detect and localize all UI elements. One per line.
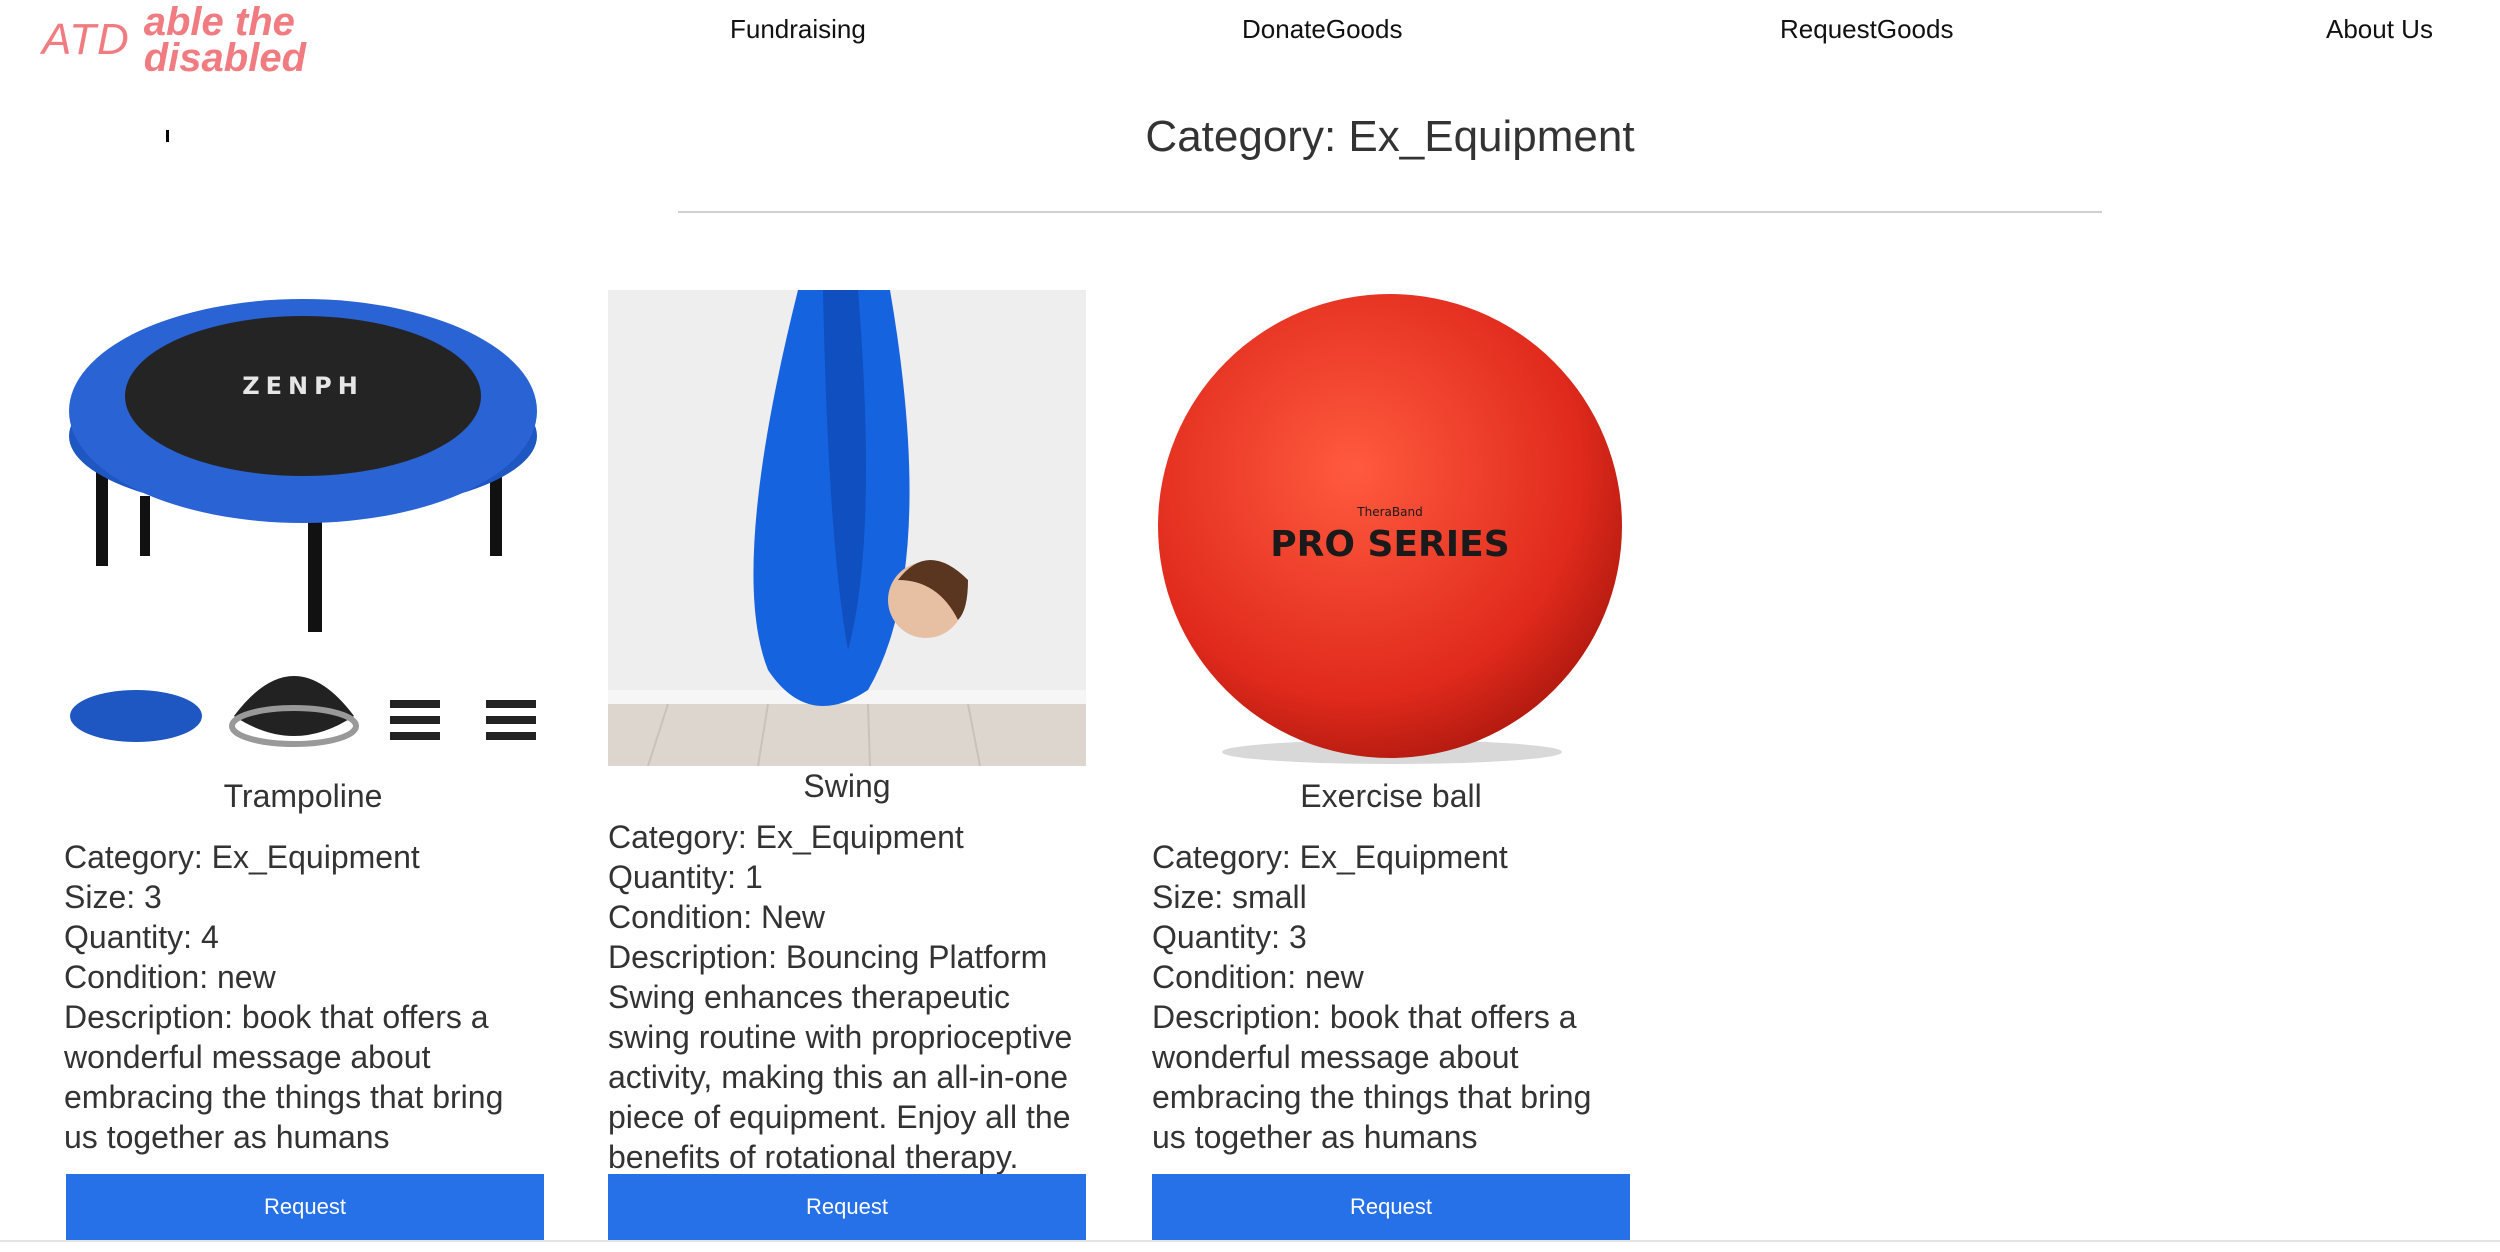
detail-size: Size: 3 (64, 879, 162, 915)
request-button-exercise-ball[interactable]: Request (1152, 1174, 1630, 1240)
swing-image (608, 290, 1086, 766)
card-exercise-ball: Exercise ball Category: Ex_Equipment Siz… (1152, 778, 1630, 1157)
nav-request-goods[interactable]: RequestGoods (1780, 14, 1953, 45)
card-trampoline: Trampoline Category: Ex_Equipment Size: … (64, 778, 542, 1157)
detail-condition: Condition: new (64, 959, 276, 995)
detail-category: Category: Ex_Equipment (64, 839, 420, 875)
title-divider (678, 211, 2102, 213)
request-button-swing[interactable]: Request (608, 1174, 1086, 1240)
logo-line2: disabled (143, 36, 306, 80)
bottom-divider (0, 1240, 2500, 1242)
request-button-trampoline[interactable]: Request (66, 1174, 544, 1240)
nav-donate-goods[interactable]: DonateGoods (1242, 14, 1402, 45)
trampoline-image: ZENPH (64, 286, 542, 772)
detail-category: Category: Ex_Equipment (608, 819, 964, 855)
ball-brand: PRO SERIES (1270, 524, 1509, 565)
card-swing: Swing Category: Ex_Equipment Quantity: 1… (608, 768, 1086, 1177)
ball-brand-small: TheraBand (1356, 505, 1422, 519)
card-details: Category: Ex_Equipment Size: small Quant… (1152, 837, 1630, 1157)
logo-abbrev: ATD (42, 15, 130, 64)
logo-name: able the disabled (144, 2, 306, 78)
exercise-ball-image: TheraBand PRO SERIES (1152, 290, 1630, 766)
svg-text:ZENPH: ZENPH (242, 372, 364, 400)
detail-condition: Condition: New (608, 899, 825, 935)
detail-description: Description: book that offers a wonderfu… (64, 999, 504, 1155)
detail-quantity: Quantity: 3 (1152, 919, 1307, 955)
site-logo[interactable]: ATD able the disabled (42, 0, 306, 80)
nav-fundraising[interactable]: Fundraising (730, 14, 866, 45)
detail-condition: Condition: new (1152, 959, 1364, 995)
card-title: Exercise ball (1300, 778, 1482, 814)
card-title: Trampoline (223, 778, 383, 814)
detail-description: Description: book that offers a wonderfu… (1152, 999, 1592, 1155)
detail-quantity: Quantity: 4 (64, 919, 219, 955)
detail-description: Description: Bouncing Platform Swing enh… (608, 939, 1073, 1175)
detail-size: Size: small (1152, 879, 1307, 915)
nav-about-us[interactable]: About Us (2326, 14, 2433, 45)
detail-category: Category: Ex_Equipment (1152, 839, 1508, 875)
card-details: Category: Ex_Equipment Size: 3 Quantity:… (64, 837, 542, 1157)
page-title: Category: Ex_Equipment (1145, 112, 1635, 161)
card-title: Swing (803, 768, 891, 804)
detail-quantity: Quantity: 1 (608, 859, 763, 895)
card-details: Category: Ex_Equipment Quantity: 1 Condi… (608, 817, 1086, 1177)
